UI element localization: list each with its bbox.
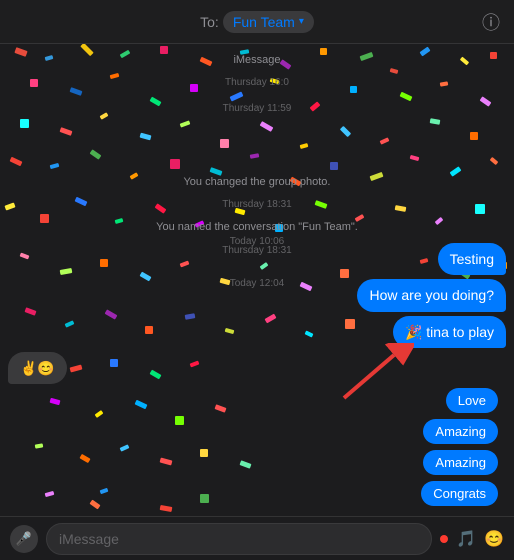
message-input-wrapper[interactable]: iMessage	[46, 523, 432, 555]
confetti-piece	[490, 157, 499, 165]
confetti-piece	[50, 163, 60, 169]
confetti-piece	[410, 155, 420, 161]
confetti-piece	[220, 139, 229, 148]
mic-icon: 🎤	[16, 531, 32, 547]
record-dot	[440, 535, 448, 543]
tapback-row-4: Congrats	[8, 481, 506, 506]
emoji-icon[interactable]: 😊	[484, 529, 504, 549]
message-bubble-received: ✌️😊	[8, 352, 67, 384]
tapback-row-3: Amazing	[8, 450, 506, 475]
recipient-chip[interactable]: Fun Team ▾	[223, 11, 314, 33]
system-msg-time2: Thursday 11:59	[223, 102, 292, 116]
confetti-piece	[90, 149, 102, 159]
message-input-placeholder: iMessage	[59, 531, 119, 547]
input-bar: 🎤 iMessage 🎵 😊	[0, 516, 514, 560]
mic-button[interactable]: 🎤	[10, 525, 38, 553]
confetti-piece	[430, 118, 441, 125]
chevron-down-icon: ▾	[299, 16, 304, 27]
header: To: Fun Team ▾ ⓘ	[0, 0, 514, 44]
confetti-piece	[140, 133, 152, 141]
confetti-piece	[380, 137, 390, 144]
message-bubble-testing: Testing	[438, 243, 506, 275]
confetti-piece	[330, 162, 338, 170]
system-msg-time3: Thursday 18:31	[222, 198, 292, 212]
messages-area: Testing How are you doing? 🎉 tina to pla…	[0, 235, 514, 516]
confetti-piece	[180, 120, 191, 127]
confetti-piece	[300, 143, 309, 149]
confetti-piece	[250, 153, 260, 159]
system-msg-time1: Thursday 16:0	[225, 76, 289, 90]
tapback-row-2: Amazing	[8, 419, 506, 444]
tapback-amazing2: Amazing	[423, 450, 498, 475]
message-row-testing: Testing	[8, 243, 506, 275]
recipient-name: Fun Team	[233, 14, 295, 30]
tapback-congrats: Congrats	[421, 481, 498, 506]
input-icons: 🎵 😊	[440, 529, 504, 549]
tapback-row: Love	[8, 388, 506, 413]
tapback-amazing1: Amazing	[423, 419, 498, 444]
info-icon[interactable]: ⓘ	[482, 9, 500, 35]
system-msg-photo: You changed the group photo.	[183, 175, 330, 190]
confetti-piece	[60, 127, 73, 136]
confetti-piece	[170, 159, 180, 169]
message-row-tina: 🎉 tina to play	[8, 316, 506, 348]
message-bubble-tina: 🎉 tina to play	[393, 316, 506, 348]
message-row-how: How are you doing?	[8, 279, 506, 311]
confetti-piece	[340, 126, 351, 137]
system-messages-area-2: Thursday 11:59	[0, 99, 514, 119]
confetti-piece	[20, 119, 29, 128]
audio-icon[interactable]: 🎵	[456, 529, 476, 549]
message-bubble-how: How are you doing?	[357, 279, 506, 311]
message-row-received: ✌️😊	[8, 352, 506, 384]
confetti-piece	[10, 157, 23, 167]
confetti-piece	[470, 132, 478, 140]
chat-area: iMessage Thursday 16:0 Thursday 11:59 Yo…	[0, 44, 514, 516]
system-msg-imessage: iMessage	[233, 53, 280, 68]
confetti-piece	[260, 121, 274, 132]
system-messages-area: iMessage Thursday 16:0	[0, 50, 514, 93]
to-label: To:	[200, 14, 219, 30]
tapback-love: Love	[446, 388, 498, 413]
